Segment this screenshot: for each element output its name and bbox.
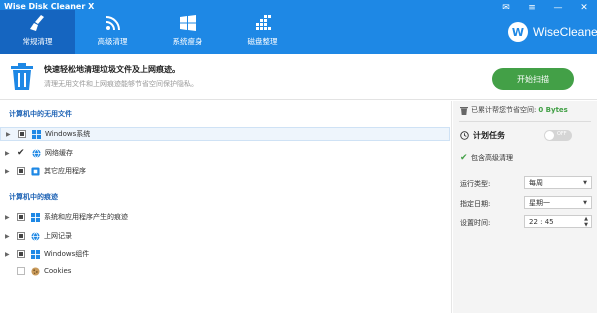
- tab-defrag[interactable]: 磁盘整理: [225, 10, 300, 54]
- trash-small-icon: [460, 106, 468, 115]
- expand-icon[interactable]: ▶: [5, 168, 11, 175]
- list-item[interactable]: ▶ Windows组件: [0, 247, 450, 261]
- checkbox[interactable]: [17, 167, 25, 175]
- include-advanced-checkbox[interactable]: ✔ 包含高级清理: [460, 153, 513, 163]
- rss-icon: [105, 16, 120, 31]
- globe-icon: [31, 148, 41, 158]
- list-item[interactable]: ▶ 其它应用程序: [0, 164, 450, 178]
- time-label: 设置时间:: [460, 219, 491, 227]
- list-item[interactable]: ▶ Windows系统: [0, 127, 450, 141]
- date-value: 星期一: [529, 198, 550, 207]
- tab-system-slim[interactable]: 系统瘦身: [150, 10, 225, 54]
- globe-icon: [30, 231, 40, 241]
- space-value: 0 Bytes: [538, 106, 568, 114]
- time-input[interactable]: 22 : 45 ▲ ▼: [524, 215, 592, 228]
- tab-label: 常规清理: [22, 37, 53, 46]
- date-label: 指定日期:: [460, 200, 491, 208]
- chevron-down-icon: ▼: [583, 180, 587, 186]
- window-controls: ✉ ≡ — ✕: [493, 0, 597, 16]
- tab-common-clean[interactable]: 常规清理: [0, 10, 75, 54]
- brand: W WiseCleaner: [508, 22, 597, 42]
- space-label: 已累计帮您节省空间:: [471, 106, 537, 114]
- schedule-toggle[interactable]: OFF: [544, 130, 572, 141]
- windows-flag-icon: [31, 129, 41, 139]
- settings-panel: 已累计帮您节省空间: 0 Bytes 计划任务 OFF ✔ 包含高级清理 运行类…: [453, 101, 597, 313]
- time-value: 22 : 45: [529, 217, 554, 226]
- toggle-knob: [545, 131, 554, 140]
- list-item[interactable]: ▶ 系统和应用程序产生的痕迹: [0, 210, 450, 224]
- schedule-heading: 计划任务: [460, 130, 505, 141]
- item-label: 系统和应用程序产生的痕迹: [44, 213, 128, 221]
- banner-subline: 清理无用文件和上网痕迹能够节省空间保护隐私。: [44, 80, 198, 88]
- date-select[interactable]: 星期一 ▼: [524, 196, 592, 209]
- close-icon[interactable]: ✕: [571, 0, 597, 16]
- items-panel: 计算机中的无用文件 ▶ Windows系统 ▶ ✔ 网络缓存 ▶ 其它应用程序 …: [0, 101, 452, 313]
- minimize-icon[interactable]: —: [545, 0, 571, 16]
- nav-tabs: 常规清理 高级清理 系统瘦身 磁盘整理: [0, 10, 300, 54]
- start-scan-button[interactable]: 开始扫描: [492, 68, 574, 90]
- schedule-label: 计划任务: [473, 131, 505, 140]
- windows-flag-icon: [30, 212, 40, 222]
- expand-icon[interactable]: ▶: [5, 251, 11, 258]
- spinner-icon[interactable]: ▲ ▼: [584, 216, 588, 228]
- checkbox[interactable]: [18, 130, 26, 138]
- expand-icon[interactable]: ▶: [6, 131, 12, 138]
- menu-icon[interactable]: ≡: [519, 0, 545, 16]
- brand-name: WiseCleaner: [533, 25, 597, 39]
- item-label: 网络缓存: [45, 149, 73, 157]
- run-type-select[interactable]: 每周 ▼: [524, 176, 592, 189]
- broom-icon: [29, 15, 44, 31]
- run-type-label: 运行类型:: [460, 180, 491, 188]
- list-item[interactable]: Cookies: [0, 264, 450, 278]
- tab-label: 系统瘦身: [172, 37, 203, 46]
- item-label: 上网记录: [44, 232, 72, 240]
- section-title-junk-files: 计算机中的无用文件: [9, 110, 72, 118]
- windows-flag-icon: [30, 249, 40, 259]
- expand-icon[interactable]: ▶: [5, 150, 11, 157]
- tab-label: 高级清理: [97, 37, 128, 46]
- divider: [459, 121, 591, 122]
- mail-icon[interactable]: ✉: [493, 0, 519, 16]
- chevron-down-icon: ▼: [583, 200, 587, 206]
- list-item[interactable]: ▶ ✔ 网络缓存: [0, 146, 450, 160]
- item-label: Cookies: [44, 267, 72, 275]
- toggle-text: OFF: [557, 131, 567, 137]
- checkbox[interactable]: [17, 250, 25, 258]
- tab-label: 磁盘整理: [247, 37, 278, 46]
- item-label: Windows组件: [44, 250, 90, 258]
- checkbox[interactable]: ✔: [17, 148, 26, 158]
- banner-headline: 快速轻松地清理垃圾文件及上网痕迹。: [44, 65, 180, 74]
- clock-icon: [460, 131, 469, 140]
- defrag-icon: [255, 15, 271, 30]
- include-advanced-label: 包含高级清理: [471, 154, 513, 162]
- list-item[interactable]: ▶ 上网记录: [0, 229, 450, 243]
- item-label: Windows系统: [45, 130, 91, 138]
- cookie-icon: [30, 266, 40, 276]
- tab-advanced-clean[interactable]: 高级清理: [75, 10, 150, 54]
- trash-icon: [11, 63, 33, 90]
- checkbox[interactable]: [17, 213, 25, 221]
- title-bar: Wise Disk Cleaner X ✉ ≡ — ✕ 常规清理 高级清理 系统…: [0, 0, 597, 54]
- checkbox[interactable]: [17, 232, 25, 240]
- run-type-value: 每周: [529, 178, 543, 187]
- wisecleaner-logo-icon: W: [508, 22, 528, 42]
- expand-icon[interactable]: ▶: [5, 233, 11, 240]
- check-icon: ✔: [460, 153, 468, 163]
- windows-icon: [179, 15, 196, 31]
- item-label: 其它应用程序: [44, 167, 86, 175]
- space-saved: 已累计帮您节省空间: 0 Bytes: [460, 105, 568, 115]
- section-title-traces: 计算机中的痕迹: [9, 193, 58, 201]
- checkbox[interactable]: [17, 267, 25, 275]
- expand-icon[interactable]: ▶: [5, 214, 11, 221]
- app-icon: [30, 166, 40, 176]
